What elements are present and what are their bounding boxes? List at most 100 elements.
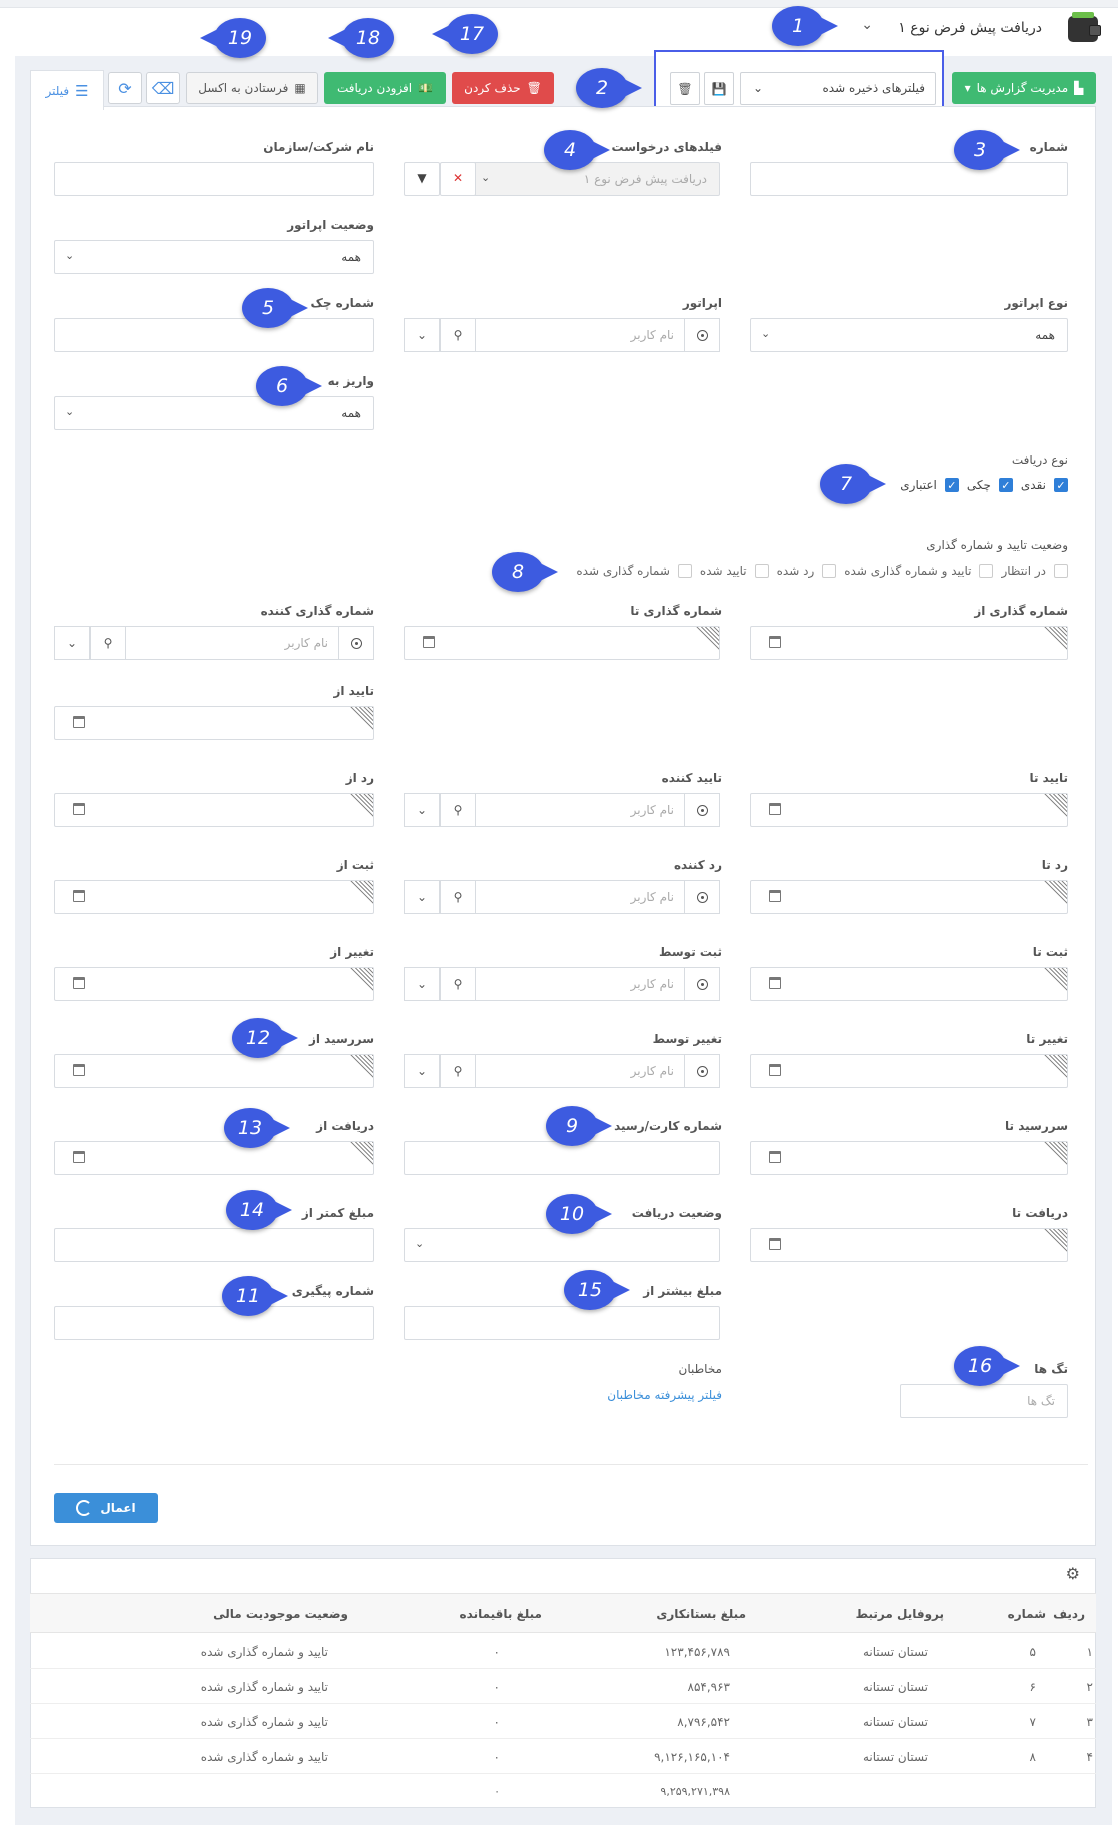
receipt-to-date[interactable] (750, 1228, 1068, 1262)
number-input[interactable] (750, 162, 1068, 196)
register-to-date[interactable] (750, 967, 1068, 1001)
search-icon[interactable]: ⚲ (440, 793, 476, 827)
search-icon[interactable]: ⚲ (440, 318, 476, 352)
save-filter-icon[interactable]: 💾 (704, 72, 734, 105)
callout-badge-19: 19 (200, 18, 266, 58)
filter-funnel-icon[interactable]: ▼ (404, 162, 440, 196)
chevron-down-icon[interactable]: ⌄ (404, 793, 440, 827)
eraser-icon[interactable]: ⌫ (146, 72, 180, 104)
export-excel-button[interactable]: ▦ فرستادن به اکسل (186, 72, 318, 104)
wallet-icon (1068, 12, 1101, 42)
numberer-user-picker[interactable]: ⌄ ⚲ نام کاربر (54, 626, 374, 660)
request-fields-select[interactable]: دریافت پیش فرض نوع ۱ ⌄ (470, 162, 720, 196)
chevron-down-icon[interactable]: ⌄ (404, 880, 440, 914)
deposit-to-select[interactable]: همه ⌄ (54, 396, 374, 430)
excel-icon: ▦ (294, 81, 306, 95)
add-receipt-button[interactable]: 💵 افزودن دریافت (324, 72, 446, 104)
calendar-icon (769, 636, 781, 648)
checkbox-check[interactable]: ✓ (998, 478, 1013, 492)
checkbox-approved[interactable] (754, 564, 769, 578)
callout-badge-10: 10 (546, 1194, 612, 1234)
clear-icon[interactable]: ✕ (440, 162, 476, 196)
checkbox-cash[interactable]: ✓ (1054, 478, 1068, 492)
target-icon[interactable] (338, 626, 374, 660)
contacts-advanced-link[interactable]: فیلتر پیشرفته مخاطبان (607, 1388, 722, 1402)
reports-menu-button[interactable]: ▙ مدیریت گزارش ها ▾ (952, 72, 1096, 104)
checkbox-numbered[interactable] (677, 564, 692, 578)
chevron-down-icon: ⌄ (415, 1237, 425, 1250)
saved-filters-select[interactable]: فیلترهای ذخیره شده ⌄ (740, 72, 936, 105)
chevron-down-icon[interactable]: ⌄ (404, 967, 440, 1001)
amount-more-input[interactable] (404, 1306, 720, 1340)
receipt-from-label: دریافت از (316, 1119, 374, 1133)
due-to-date[interactable] (750, 1141, 1068, 1175)
checkbox-pending[interactable] (1054, 564, 1068, 578)
trash-icon[interactable]: 🗑 (670, 72, 700, 105)
callout-badge-7: 7 (820, 464, 886, 504)
operator-status-select[interactable]: همه ⌄ (54, 240, 374, 274)
apply-button[interactable]: اعمال (54, 1493, 158, 1523)
tab-filter[interactable]: فیلتر ☰ (30, 70, 104, 110)
checkbox-approved-numbered[interactable] (979, 564, 994, 578)
search-icon[interactable]: ⚲ (440, 1054, 476, 1088)
chevron-down-icon: ⌄ (65, 249, 75, 262)
calendar-icon (769, 1064, 781, 1076)
gear-icon[interactable]: ⚙ (1066, 1564, 1080, 1583)
changed-by-user-picker[interactable]: ⌄ ⚲ نام کاربر (404, 1054, 720, 1088)
target-icon[interactable] (684, 880, 720, 914)
table-row[interactable]: ۴ ۸ تستان تستانه ۹,۱۲۶,۱۶۵,۱۰۴ ۰ تایید و… (30, 1738, 1096, 1773)
checkbox-rejected[interactable] (822, 564, 837, 578)
chevron-down-icon[interactable]: ⌄ (54, 626, 90, 660)
table-row[interactable]: ۱ ۵ تستان تستانه ۱۲۳,۴۵۶,۷۸۹ ۰ تایید و ش… (30, 1633, 1096, 1668)
reject-from-date[interactable] (54, 793, 374, 827)
tracking-input[interactable] (54, 1306, 374, 1340)
calendar-icon (73, 1064, 85, 1076)
operator-type-select[interactable]: همه ⌄ (750, 318, 1068, 352)
search-icon[interactable]: ⚲ (440, 880, 476, 914)
table-row[interactable]: ۲ ۶ تستان تستانه ۸۵۴,۹۶۳ ۰ تایید و شماره… (30, 1668, 1096, 1703)
receipt-status-select[interactable]: ⌄ (404, 1228, 720, 1262)
search-icon[interactable]: ⚲ (90, 626, 126, 660)
approver-user-picker[interactable]: ⌄ ⚲ نام کاربر (404, 793, 720, 827)
search-icon[interactable]: ⚲ (440, 967, 476, 1001)
chevron-down-icon[interactable]: ⌄ (404, 1054, 440, 1088)
check-number-input[interactable] (54, 318, 374, 352)
change-from-date[interactable] (54, 967, 374, 1001)
numbering-to-date[interactable] (404, 626, 720, 660)
operator-user-picker[interactable]: ⌄ ⚲ نام کاربر (404, 318, 720, 352)
company-input[interactable] (54, 162, 374, 196)
table-row[interactable]: ۳ ۷ تستان تستانه ۸,۷۹۶,۵۴۲ ۰ تایید و شما… (30, 1703, 1096, 1738)
chevron-down-icon: ⌄ (761, 327, 771, 340)
number-label: شماره (1029, 140, 1068, 154)
approve-to-date[interactable] (750, 793, 1068, 827)
reject-to-date[interactable] (750, 880, 1068, 914)
target-icon[interactable] (684, 793, 720, 827)
target-icon[interactable] (684, 1054, 720, 1088)
card-receipt-input[interactable] (404, 1141, 720, 1175)
amount-less-input[interactable] (54, 1228, 374, 1262)
rejecter-user-picker[interactable]: ⌄ ⚲ نام کاربر (404, 880, 720, 914)
delete-button[interactable]: 🗑 حذف کردن (452, 72, 554, 104)
register-from-date[interactable] (54, 880, 374, 914)
chevron-down-icon[interactable]: ⌄ (861, 17, 873, 33)
tags-input[interactable]: تگ ها (900, 1384, 1068, 1418)
tracking-label: شماره پیگیری (291, 1284, 374, 1298)
target-icon[interactable] (684, 967, 720, 1001)
page-title[interactable]: دریافت پیش فرض نوع ۱ (898, 20, 1042, 36)
chevron-down-icon[interactable]: ⌄ (404, 318, 440, 352)
calendar-icon (73, 803, 85, 815)
refresh-icon[interactable]: ⟳ (108, 72, 142, 104)
change-to-date[interactable] (750, 1054, 1068, 1088)
numbering-from-label: شماره گذاری از (974, 604, 1068, 618)
approve-from-date[interactable] (54, 706, 374, 740)
total-amount: ۹,۲۵۹,۲۷۱,۳۹۸ (660, 1785, 730, 1798)
registered-by-user-picker[interactable]: ⌄ ⚲ نام کاربر (404, 967, 720, 1001)
change-to-label: تغییر تا (1026, 1032, 1068, 1046)
callout-badge-13: 13 (224, 1108, 290, 1148)
target-icon[interactable] (684, 318, 720, 352)
numbering-from-date[interactable] (750, 626, 1068, 660)
calendar-icon (769, 1151, 781, 1163)
due-from-date[interactable] (54, 1054, 374, 1088)
checkbox-credit[interactable]: ✓ (944, 478, 959, 492)
receipt-from-date[interactable] (54, 1141, 374, 1175)
